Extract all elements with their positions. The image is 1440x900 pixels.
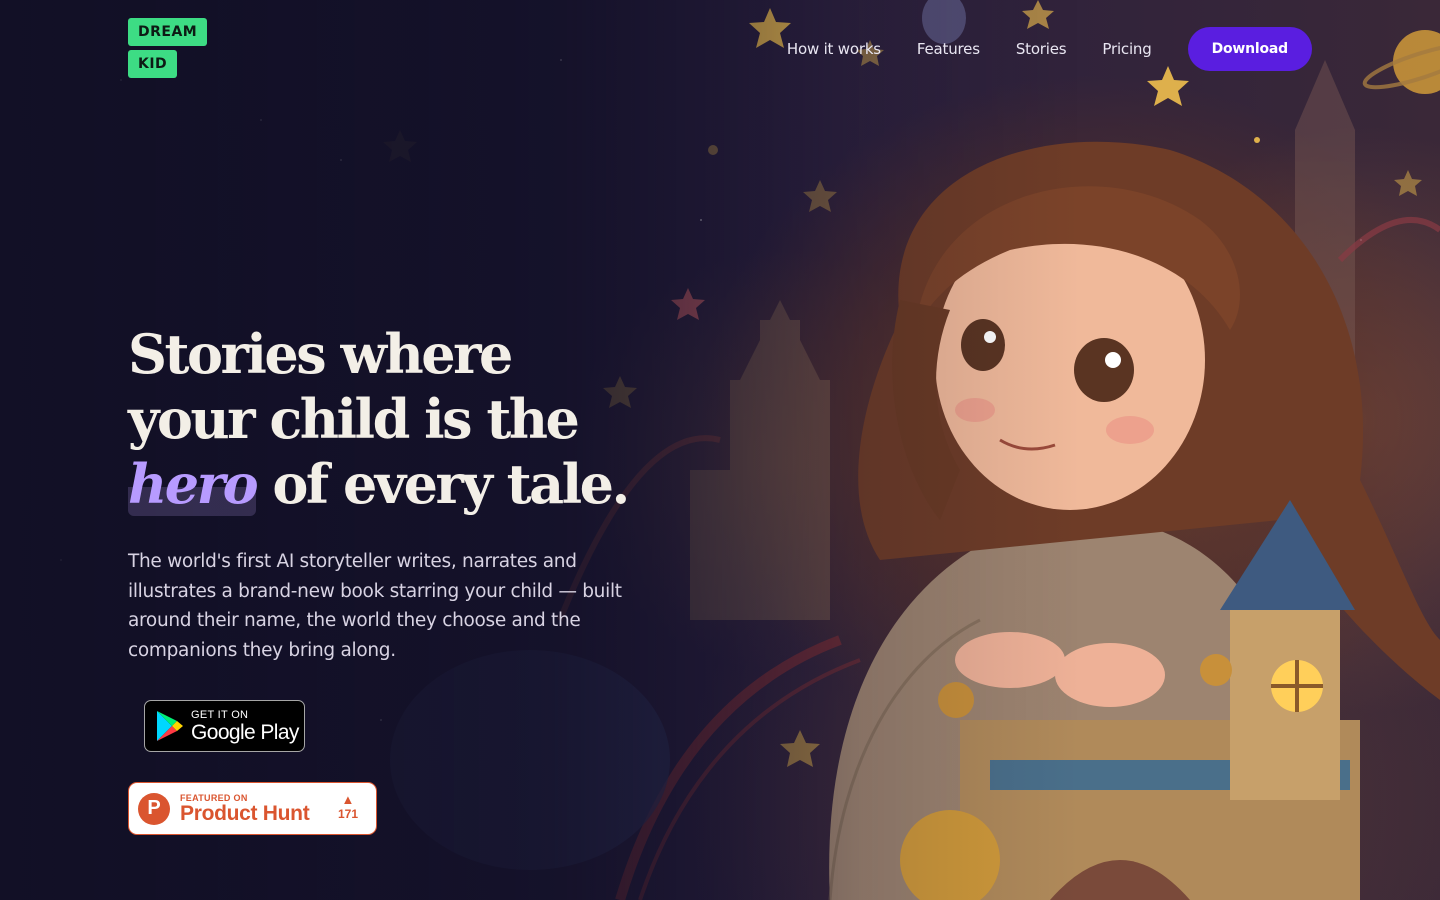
upvote-icon: ▲: [341, 792, 355, 807]
google-play-badge[interactable]: GET IT ON Google Play: [144, 700, 305, 752]
nav-link-stories[interactable]: Stories: [1016, 40, 1067, 58]
product-hunt-big-text: Product Hunt: [180, 801, 310, 825]
nav-link-pricing[interactable]: Pricing: [1102, 40, 1151, 58]
google-play-big-text: Google Play: [191, 720, 299, 744]
headline-highlight: hero: [128, 452, 259, 516]
headline-part2: of every tale.: [256, 452, 630, 516]
download-button[interactable]: Download: [1187, 27, 1312, 71]
hero-headline: Stories where your child is the hero of …: [128, 322, 648, 517]
nav-link-features[interactable]: Features: [917, 40, 980, 58]
brand-logo-line2: KID: [128, 50, 178, 78]
product-hunt-icon: P: [138, 792, 170, 825]
product-hunt-small-text: FEATURED ON: [180, 792, 248, 803]
brand-logo[interactable]: DREAM KID: [128, 18, 208, 82]
headline-part1: Stories where your child is the: [128, 322, 580, 451]
hero-subtitle: The world's first AI storyteller writes,…: [128, 551, 622, 661]
google-play-small-text: GET IT ON: [191, 708, 249, 721]
brand-logo-line1: DREAM: [128, 18, 208, 46]
nav-link-how-it-works[interactable]: How it works: [787, 40, 881, 58]
product-hunt-badge[interactable]: P FEATURED ON Product Hunt ▲ 171: [128, 782, 377, 835]
product-hunt-votes: ▲ 171: [337, 792, 358, 822]
product-hunt-vote-count: 171: [337, 807, 358, 821]
main-nav: How it works Features Stories Pricing Do…: [787, 27, 1312, 71]
google-play-icon: [157, 711, 183, 741]
